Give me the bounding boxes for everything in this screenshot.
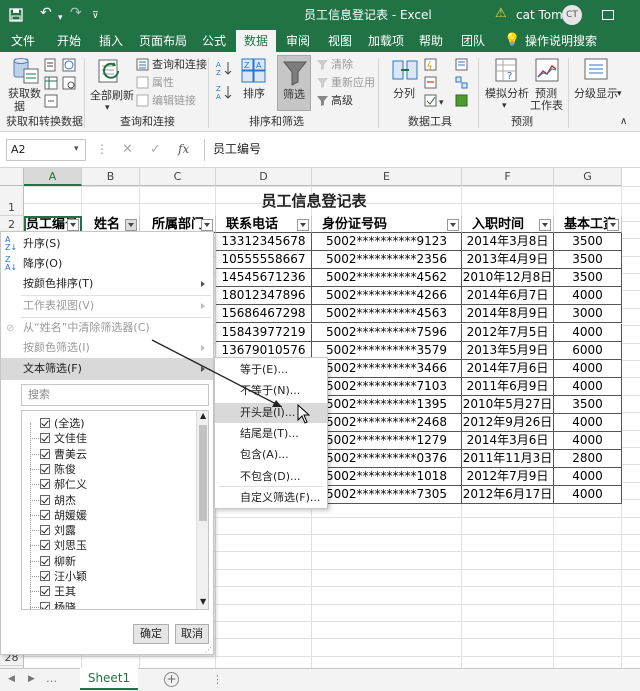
- add-sheet-icon[interactable]: +: [164, 672, 179, 687]
- sheet-tabs-bar: ◀ ▶ … Sheet1 + ⋮: [0, 668, 640, 691]
- more-sheets-icon[interactable]: …: [46, 672, 57, 685]
- mouse-cursor-icon: [297, 404, 311, 424]
- next-sheet-icon[interactable]: ▶: [28, 674, 35, 684]
- prev-sheet-icon[interactable]: ◀: [8, 674, 15, 684]
- sheet-tab-sheet1[interactable]: Sheet1: [80, 668, 138, 690]
- tab-split-handle[interactable]: ⋮: [212, 673, 223, 686]
- annotation-arrow: [151, 339, 283, 408]
